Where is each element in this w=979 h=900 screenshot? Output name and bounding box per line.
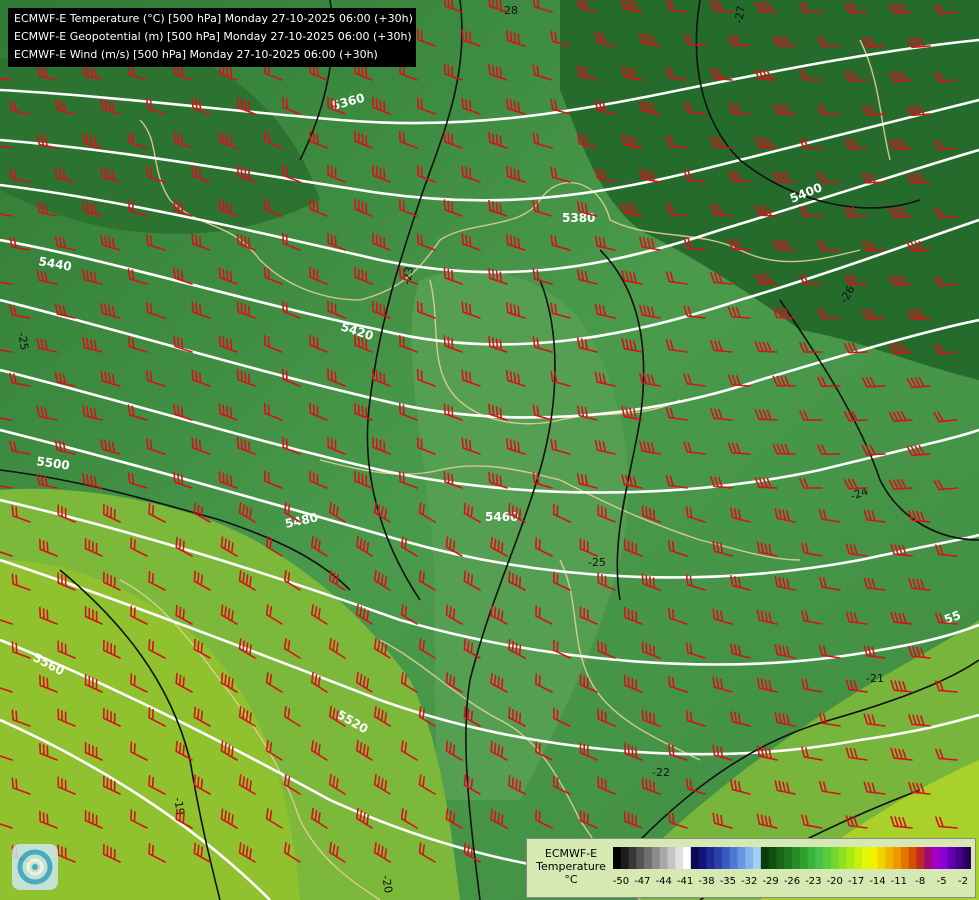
t-label-8: -21 <box>866 672 884 685</box>
legend-tick: -14 <box>869 876 886 887</box>
t-label-7: -22 <box>652 766 670 779</box>
legend-swatch <box>877 847 886 869</box>
legend-swatch <box>932 847 941 869</box>
legend-tick: -47 <box>634 876 651 887</box>
legend-swatch <box>745 847 754 869</box>
weather-map: 5360 5380 5400 5420 5440 5460 5480 5500 … <box>0 0 979 900</box>
legend-swatch <box>823 847 832 869</box>
title-line-wind: ECMWF-E Wind (m/s) [500 hPa] Monday 27-1… <box>14 48 378 61</box>
legend-tick: -29 <box>762 876 779 887</box>
legend-tick: -41 <box>676 876 694 887</box>
legend-color-bar <box>613 847 971 869</box>
legend-swatch <box>721 847 731 869</box>
legend-swatch <box>737 847 746 869</box>
legend-swatch <box>753 847 762 869</box>
legend-swatch <box>924 847 933 869</box>
legend-tick: -2 <box>958 876 968 887</box>
legend-tick: -23 <box>805 876 822 887</box>
legend-swatch <box>939 847 949 869</box>
legend-swatch <box>869 847 879 869</box>
legend-tick: -26 <box>783 876 801 887</box>
legend-tick: -32 <box>741 876 758 887</box>
legend-tick: -17 <box>847 876 865 887</box>
title-line-geopotential: ECMWF-E Geopotential (m) [500 hPa] Monda… <box>14 30 412 43</box>
legend-swatch <box>908 847 918 869</box>
legend-swatch <box>854 847 863 869</box>
provider-logo-icon <box>12 844 58 890</box>
legend-swatch <box>659 847 668 869</box>
legend-swatch <box>651 847 661 869</box>
legend-swatch <box>916 847 925 869</box>
legend-swatch <box>628 847 637 869</box>
legend-swatch <box>807 847 816 869</box>
legend-swatch <box>667 847 676 869</box>
legend-tick: -8 <box>915 876 926 887</box>
legend-title-line1: ECMWF-E <box>544 847 598 860</box>
legend-swatch <box>947 847 956 869</box>
legend-tick: -50 <box>612 876 630 887</box>
legend-swatch <box>846 847 855 869</box>
legend-title: ECMWF-E Temperature °C <box>533 847 609 886</box>
legend-swatch <box>760 847 770 869</box>
legend-swatch <box>683 847 692 869</box>
legend-swatch <box>706 847 715 869</box>
legend-swatch <box>815 847 824 869</box>
temperature-legend: ECMWF-E Temperature °C -50 -47 -44 -41 -38 -3… <box>526 838 976 898</box>
legend-tick: -35 <box>719 876 737 887</box>
legend-tick: -44 <box>655 876 672 887</box>
legend-swatch <box>885 847 894 869</box>
legend-swatch <box>768 847 777 869</box>
legend-swatch <box>792 847 801 869</box>
legend-swatch <box>613 847 622 869</box>
legend-swatch <box>620 847 630 869</box>
legend-swatch <box>636 847 645 869</box>
legend-swatch <box>838 847 847 869</box>
legend-swatch <box>893 847 902 869</box>
legend-tick: -20 <box>826 876 843 887</box>
legend-swatch <box>690 847 700 869</box>
legend-swatch <box>862 847 871 869</box>
legend-swatch <box>799 847 809 869</box>
legend-swatch <box>900 847 910 869</box>
legend-tick: -38 <box>698 876 715 887</box>
legend-tick: -11 <box>890 876 908 887</box>
map-title-box: ECMWF-E Temperature (°C) [500 hPa] Monda… <box>8 8 416 67</box>
legend-swatch <box>729 847 739 869</box>
legend-swatch <box>714 847 723 869</box>
legend-swatch <box>644 847 653 869</box>
legend-swatch <box>776 847 785 869</box>
legend-swatch <box>830 847 840 869</box>
t-label-5: -25 <box>588 556 606 569</box>
legend-swatch <box>698 847 707 869</box>
legend-swatch <box>955 847 964 869</box>
legend-swatch <box>675 847 684 869</box>
z-label-5380: 5380 <box>562 211 595 225</box>
legend-unit: °C <box>564 873 578 886</box>
legend-tick: -5 <box>936 876 947 887</box>
title-line-temperature: ECMWF-E Temperature (°C) [500 hPa] Monda… <box>14 12 413 25</box>
legend-swatch <box>963 847 971 869</box>
legend-swatch <box>784 847 793 869</box>
legend-title-line2: Temperature <box>536 860 606 873</box>
